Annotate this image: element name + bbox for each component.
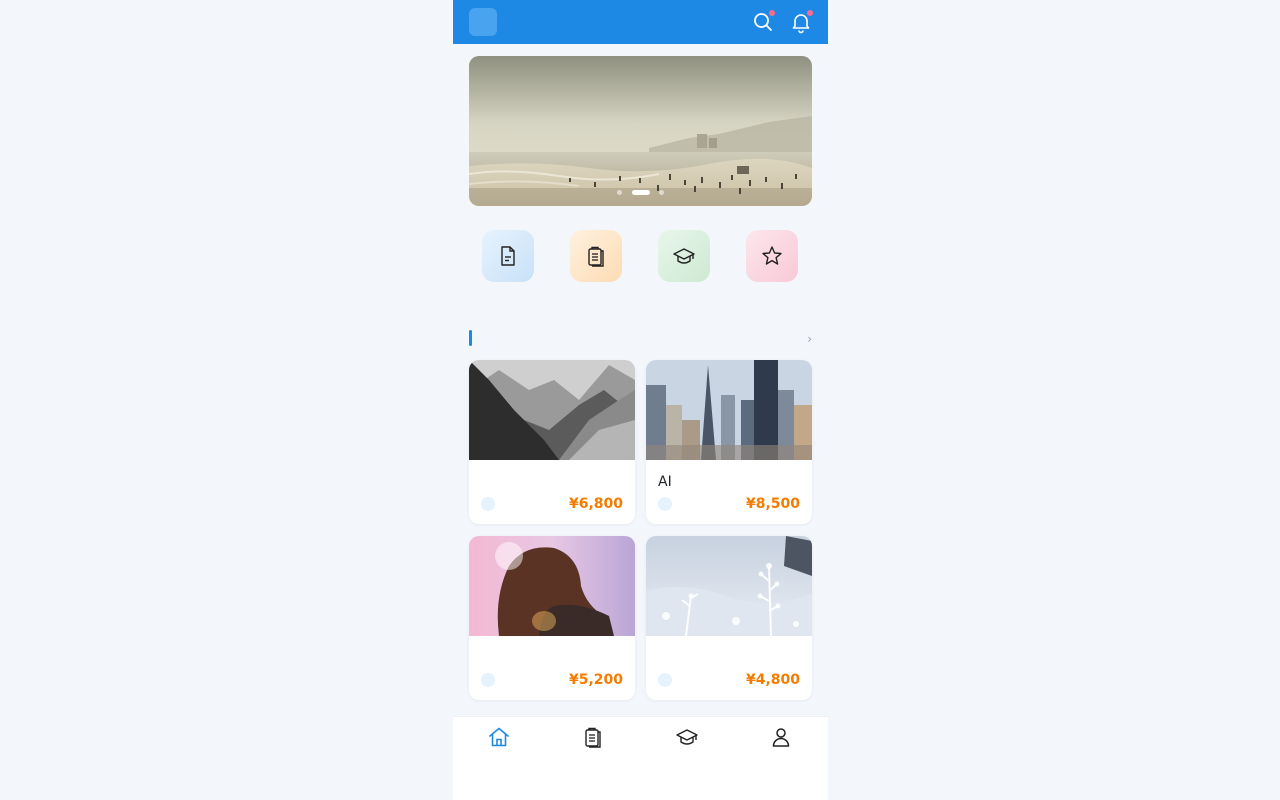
quick-entry-icon-box: [570, 230, 622, 282]
card-title: AI: [658, 474, 672, 490]
tab-learning[interactable]: [657, 725, 717, 751]
search-badge-dot: [768, 9, 776, 17]
search-button[interactable]: [751, 9, 776, 34]
clipboard-icon: [588, 246, 604, 267]
document-icon: [501, 246, 515, 266]
bottom-tab-bar: [453, 716, 828, 800]
card-tag: [658, 497, 672, 511]
card-image-mountain: [469, 360, 635, 460]
course-card-2[interactable]: ¥5,200: [469, 536, 635, 700]
user-icon: [772, 728, 790, 747]
graduation-cap-icon: [676, 729, 698, 745]
quick-entry-2[interactable]: [640, 230, 728, 290]
banner-dot-active[interactable]: [631, 190, 650, 195]
banner-image: [469, 56, 812, 206]
notification-badge-dot: [806, 9, 814, 17]
card-image-frost: [646, 536, 812, 636]
tab-profile[interactable]: [751, 725, 811, 751]
section-more-link[interactable]: ›: [807, 332, 812, 347]
tab-home[interactable]: [469, 725, 529, 751]
banner-pagination: [469, 190, 812, 196]
banner-dot[interactable]: [658, 190, 664, 195]
card-tag: [481, 673, 495, 687]
clipboard-icon: [585, 727, 601, 748]
section-accent-bar: [469, 330, 472, 346]
quick-entry-1[interactable]: [552, 230, 640, 290]
tab-list[interactable]: [563, 725, 623, 751]
quick-entry-icon-box: [658, 230, 710, 282]
graduation-cap-icon: [673, 248, 695, 264]
home-icon: [489, 727, 509, 747]
notification-button[interactable]: [789, 9, 814, 34]
card-tag: [481, 497, 495, 511]
quick-entry-3[interactable]: [728, 230, 816, 290]
card-image-city: [646, 360, 812, 460]
app-screen: › ¥6,800 AI ¥8,500 ¥5,200 ¥4,800: [453, 0, 828, 800]
quick-entry-icon-box: [746, 230, 798, 282]
star-icon: [762, 246, 782, 265]
card-tag: [658, 673, 672, 687]
card-image-portrait: [469, 536, 635, 636]
course-card-3[interactable]: ¥4,800: [646, 536, 812, 700]
top-app-bar: [453, 0, 828, 44]
course-card-1[interactable]: AI ¥8,500: [646, 360, 812, 524]
course-card-0[interactable]: ¥6,800: [469, 360, 635, 524]
quick-entry-grid: [453, 230, 828, 310]
banner-dot[interactable]: [617, 190, 623, 195]
quick-entry-icon-box: [482, 230, 534, 282]
card-price: ¥8,500: [745, 496, 800, 512]
app-logo: [469, 8, 497, 36]
card-price: ¥4,800: [745, 672, 800, 688]
banner-carousel[interactable]: [469, 56, 812, 206]
card-price: ¥5,200: [568, 672, 623, 688]
card-price: ¥6,800: [568, 496, 623, 512]
quick-entry-0[interactable]: [464, 230, 552, 290]
